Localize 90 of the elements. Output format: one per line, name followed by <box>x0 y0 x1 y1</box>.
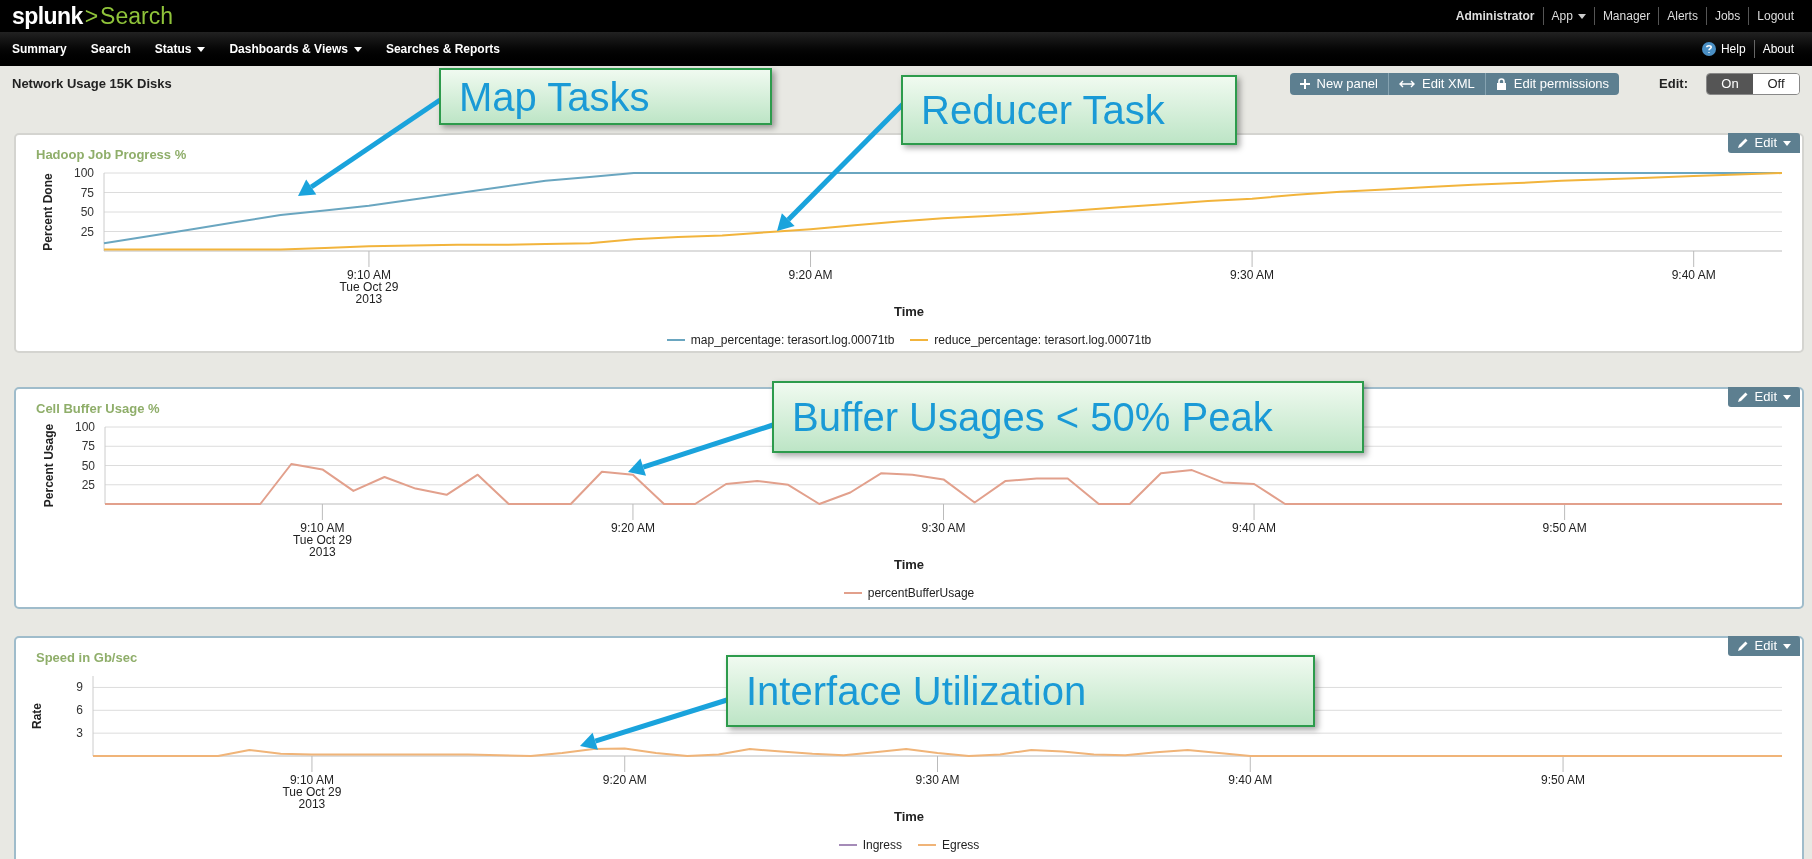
top-link[interactable]: Alerts <box>1658 7 1706 25</box>
top-link[interactable]: Logout <box>1748 7 1802 25</box>
nav-item[interactable]: Search <box>90 40 131 58</box>
top-link[interactable]: App <box>1542 7 1594 25</box>
y-tick-label: 9 <box>76 680 83 695</box>
date-label: 2013 <box>309 545 336 556</box>
y-tick-label: 25 <box>80 224 94 239</box>
pencil-icon <box>1736 640 1749 652</box>
legend-line-icon <box>910 338 929 342</box>
legend-label: percentBufferUsage <box>867 585 975 602</box>
caret-icon <box>1783 643 1791 649</box>
top-link[interactable]: Administrator <box>1447 7 1543 25</box>
splunk-logo[interactable]: splunk <box>12 4 83 28</box>
axis-title: Percent Done <box>41 173 55 251</box>
edit-label: Edit: <box>1659 75 1688 94</box>
panel-title: Hadoop Job Progress % <box>36 146 187 164</box>
logo-mark: > <box>84 4 99 28</box>
x-tick-label: 9:10 AM <box>289 773 334 787</box>
legend-label: reduce_percentage: terasort.log.00071tb <box>934 332 1152 349</box>
x-tick-label: 9:40 AM <box>1228 773 1273 787</box>
callout: Map Tasks <box>439 68 772 125</box>
help-icon <box>1701 42 1716 56</box>
top-link[interactable]: Manager <box>1593 7 1659 25</box>
help-link[interactable]: Help <box>1693 40 1754 58</box>
pencil-icon <box>1736 137 1749 149</box>
y-tick-label: 75 <box>81 439 95 454</box>
caret-icon <box>1783 394 1791 400</box>
date-label: Tue Oct 29 <box>282 785 342 799</box>
x-tick-label: 9:30 AM <box>915 773 960 787</box>
date-label: Tue Oct 29 <box>292 533 352 547</box>
y-tick-label: 6 <box>76 703 83 718</box>
nav-item[interactable]: Dashboards & Views <box>229 40 362 58</box>
dashboard-title: Network Usage 15K Disks <box>12 75 172 93</box>
caret-icon <box>1783 140 1791 146</box>
app-name: Search <box>100 4 173 28</box>
date-label: 2013 <box>355 292 383 303</box>
legend-line-icon <box>843 591 862 595</box>
toolbar-button[interactable]: Edit XML <box>1388 73 1485 95</box>
panel-title: Cell Buffer Usage % <box>36 400 160 418</box>
toggle-option[interactable]: On <box>1707 74 1753 94</box>
x-tick-label: 9:20 AM <box>602 773 647 787</box>
x-tick-label: 9:20 AM <box>788 268 833 282</box>
double-arrow-icon <box>1399 80 1415 88</box>
x-tick-label: 9:30 AM <box>1230 268 1275 282</box>
nav-item[interactable]: Status <box>154 40 206 58</box>
y-tick-label: 100 <box>74 420 95 434</box>
callout: Reducer Task <box>901 75 1237 145</box>
callout: Buffer Usages < 50% Peak <box>772 381 1364 453</box>
legend-line-icon <box>666 338 685 342</box>
help-link[interactable]: About <box>1753 40 1802 58</box>
y-tick-label: 25 <box>81 477 95 492</box>
y-tick-label: 100 <box>73 166 94 180</box>
legend-label: Ingress <box>862 837 902 854</box>
y-tick-label: 50 <box>81 458 95 473</box>
axis-title: Percent Usage <box>42 423 56 508</box>
y-tick-label: 3 <box>76 726 83 741</box>
legend-label: Egress <box>942 837 980 854</box>
axis-title: Rate <box>30 703 44 729</box>
pencil-icon <box>1736 391 1749 403</box>
top-link[interactable]: Jobs <box>1705 7 1749 25</box>
legend-line-icon <box>918 843 936 847</box>
legend-line-icon <box>838 843 857 847</box>
nav-item[interactable]: Summary <box>12 40 67 58</box>
x-tick-label: 9:40 AM <box>1671 268 1716 282</box>
y-tick-label: 50 <box>80 205 94 219</box>
toolbar-button[interactable]: New panel <box>1289 73 1388 95</box>
date-label: Tue Oct 29 <box>339 280 399 294</box>
plus-icon <box>1299 79 1310 89</box>
callout: Interface Utilization <box>726 655 1315 727</box>
x-tick-label: 9:30 AM <box>921 521 966 535</box>
date-label: 2013 <box>298 797 326 808</box>
edit-button[interactable]: Edit <box>1727 387 1800 407</box>
x-tick-label: 9:10 AM <box>300 521 345 535</box>
legend-label: map_percentage: terasort.log.00071tb <box>690 332 895 349</box>
x-tick-label: 9:20 AM <box>610 521 655 535</box>
x-tick-label: 9:10 AM <box>346 268 391 282</box>
lock-icon <box>1495 78 1507 90</box>
toggle-option[interactable]: Off <box>1753 74 1799 94</box>
x-tick-label: 9:40 AM <box>1232 521 1277 535</box>
axis-title: Time <box>893 557 925 572</box>
edit-button[interactable]: Edit <box>1727 133 1800 153</box>
x-tick-label: 9:50 AM <box>1541 773 1586 787</box>
toolbar-button[interactable]: Edit permissions <box>1484 73 1620 95</box>
y-tick-label: 75 <box>80 185 94 200</box>
axis-title: Time <box>893 809 925 824</box>
edit-button[interactable]: Edit <box>1727 636 1800 656</box>
nav-item[interactable]: Searches & Reports <box>385 40 500 58</box>
x-tick-label: 9:50 AM <box>1542 521 1587 535</box>
axis-title: Time <box>893 304 925 319</box>
panel-title: Speed in Gb/sec <box>36 649 138 667</box>
